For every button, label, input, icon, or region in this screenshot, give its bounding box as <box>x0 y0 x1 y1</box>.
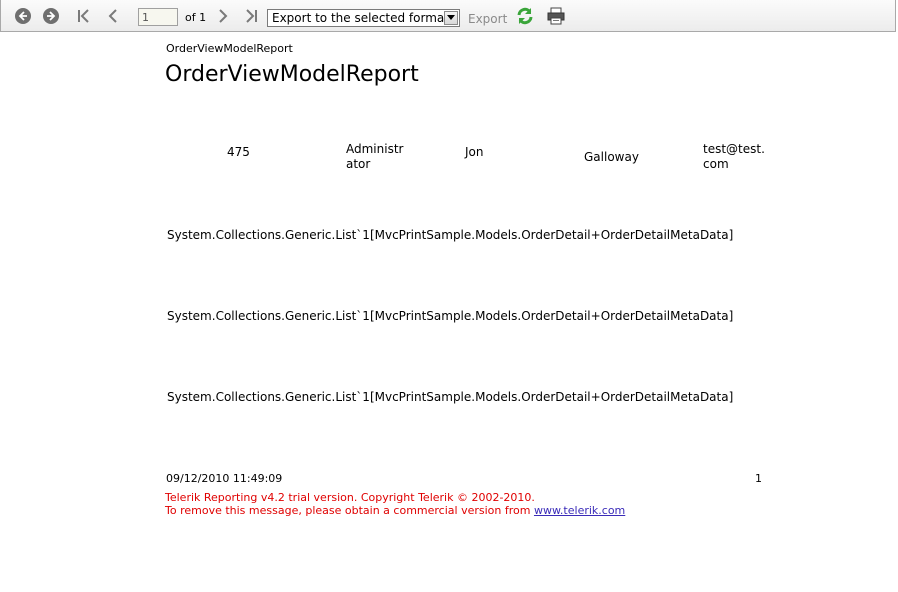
dropdown-arrow-icon <box>444 11 458 25</box>
order-detail-row: System.Collections.Generic.List`1[MvcPri… <box>167 309 734 323</box>
page-number: 1 <box>755 472 762 485</box>
forward-button[interactable] <box>41 6 61 26</box>
previous-page-icon <box>108 9 117 23</box>
trial-message-line-2: To remove this message, please obtain a … <box>165 504 625 517</box>
last-name-cell: Galloway <box>584 150 639 164</box>
first-name-cell: Jon <box>465 145 484 159</box>
back-icon <box>15 8 31 24</box>
last-page-button[interactable] <box>241 6 261 26</box>
refresh-icon <box>517 7 533 25</box>
export-button[interactable]: Export <box>468 12 507 26</box>
order-detail-row: System.Collections.Generic.List`1[MvcPri… <box>167 390 734 404</box>
next-page-button[interactable] <box>213 6 233 26</box>
order-detail-row: System.Collections.Generic.List`1[MvcPri… <box>167 228 734 242</box>
username-cell: Administr ator <box>346 142 403 172</box>
page-count-label: of 1 <box>185 11 207 24</box>
trial-message-line-1: Telerik Reporting v4.2 trial version. Co… <box>165 491 535 504</box>
export-format-select[interactable]: Export to the selected format <box>267 9 460 27</box>
report-timestamp: 09/12/2010 11:49:09 <box>166 472 283 485</box>
report-viewer-toolbar: of 1 Export to the selected format Expor… <box>0 0 896 32</box>
refresh-button[interactable] <box>515 6 535 26</box>
email-line-1: test@test. <box>703 142 765 156</box>
print-button[interactable] <box>546 6 566 26</box>
print-icon <box>547 7 565 25</box>
telerik-link[interactable]: www.telerik.com <box>534 504 625 517</box>
next-page-icon <box>219 9 228 23</box>
trial-message: Telerik Reporting v4.2 trial version. Co… <box>165 491 625 517</box>
report-page-header: OrderViewModelReport <box>166 42 293 55</box>
username-line-2: ator <box>346 157 371 171</box>
report-title: OrderViewModelReport <box>165 62 419 87</box>
export-format-value: Export to the selected format <box>272 11 449 25</box>
username-line-1: Administr <box>346 142 404 156</box>
email-line-2: com <box>703 157 729 171</box>
previous-page-button[interactable] <box>103 6 123 26</box>
email-cell: test@test. com <box>703 142 765 172</box>
forward-icon <box>43 8 59 24</box>
first-page-button[interactable] <box>74 6 94 26</box>
back-button[interactable] <box>13 6 33 26</box>
trial-message-text: To remove this message, please obtain a … <box>165 504 531 517</box>
order-id-cell: 475 <box>227 145 250 159</box>
first-page-icon <box>78 9 89 23</box>
page-number-input[interactable] <box>138 8 178 26</box>
last-page-icon <box>246 9 257 23</box>
